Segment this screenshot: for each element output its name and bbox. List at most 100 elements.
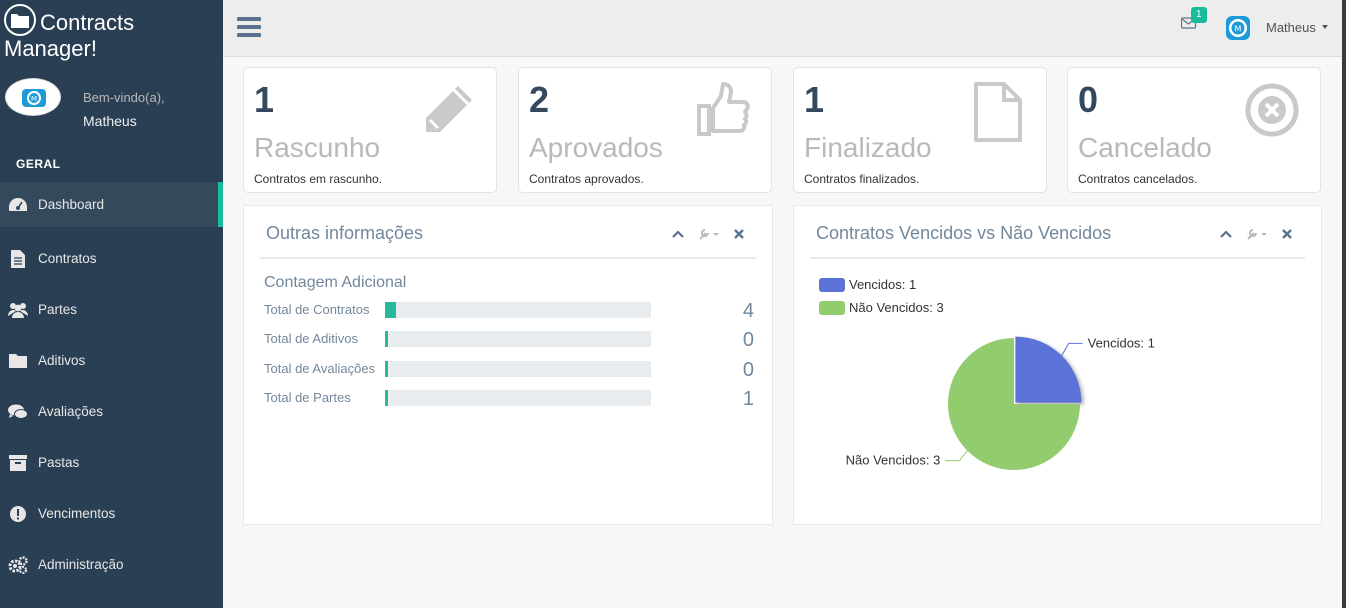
legend-item: Vencidos: 1 (819, 277, 916, 292)
window-edge (1342, 0, 1346, 608)
users-icon (8, 301, 28, 319)
tile-cancelado: 0 Cancelado Contratos cancelados. (1067, 67, 1321, 193)
tile-subtitle: Contratos cancelados. (1078, 172, 1198, 186)
comments-icon (8, 403, 28, 421)
pie-leader-line (1060, 342, 1083, 358)
welcome-text: Bem-vindo(a), (83, 90, 165, 105)
progress-fill (385, 390, 388, 406)
user-avatar-icon[interactable]: M (1226, 13, 1250, 43)
sidebar-item-vencimentos[interactable]: Vencimentos (0, 488, 223, 539)
stat-label: Total de Aditivos (264, 331, 358, 346)
sidebar-item-label: Dashboard (38, 197, 105, 212)
folder-icon (8, 352, 28, 370)
sidebar-item-pastas[interactable]: Pastas (0, 437, 223, 488)
panel-toolbox (672, 228, 744, 240)
thumbs-up-icon (697, 82, 750, 136)
pie-slice-0[interactable] (1015, 336, 1082, 403)
sidebar-item-label: Avaliações (38, 404, 104, 419)
stat-row: Total de Contratos 4 (264, 300, 754, 322)
panel-toolbox (1220, 228, 1292, 240)
chevron-up-icon[interactable] (672, 230, 684, 238)
pie-chart: Vencidos: 1 Não Vencidos: 3 (846, 335, 1155, 470)
sidebar-item-dashboard[interactable]: Dashboard (0, 182, 223, 227)
stat-row: Total de Partes 1 (264, 388, 754, 410)
stat-value: 1 (742, 388, 754, 410)
wrench-icon[interactable] (698, 228, 720, 240)
sidebar: Contracts Manager! M Bem-vindo(a), Mathe… (0, 0, 223, 608)
tile-subtitle: Contratos aprovados. (529, 172, 644, 186)
file-icon (8, 249, 28, 268)
cogs-icon (8, 555, 28, 574)
stat-value: 4 (742, 300, 754, 322)
info-panel: Outras informações Contagem Adicional To… (243, 205, 773, 525)
menu-section-title: GERAL (16, 157, 61, 171)
tile-title: Rascunho (254, 132, 381, 163)
user-menu[interactable]: Matheus (1266, 20, 1328, 35)
close-icon[interactable] (1282, 229, 1292, 239)
dashboard-icon (8, 196, 28, 214)
app-brand[interactable]: Contracts Manager! (4, 4, 219, 62)
sidebar-item-contratos[interactable]: Contratos (0, 233, 223, 284)
app-name-line2: Manager! (4, 36, 97, 61)
chart-panel: Contratos Vencidos vs Não Vencidos Venci… (793, 205, 1322, 525)
sidebar-item-label: Vencimentos (38, 506, 116, 521)
section-subtitle: Contagem Adicional (264, 274, 407, 291)
divider (810, 257, 1305, 259)
pie-label: Vencidos: 1 (1088, 335, 1155, 350)
exclamation-icon (8, 505, 28, 523)
progress-fill (385, 361, 388, 377)
menu-toggle-icon[interactable] (237, 17, 261, 39)
camera-logo-icon: M (22, 89, 46, 107)
user-menu-name: Matheus (1266, 20, 1316, 35)
tile-rascunho: 1 Rascunho Contratos em rascunho. (243, 67, 497, 193)
archive-icon (8, 454, 28, 472)
svg-text:M: M (1235, 25, 1242, 34)
top-nav: 1 M Matheus (223, 0, 1343, 57)
tile-subtitle: Contratos em rascunho. (254, 172, 383, 186)
tile-subtitle: Contratos finalizados. (804, 172, 920, 186)
stat-value: 0 (742, 329, 754, 351)
folder-icon (4, 4, 36, 36)
file-o-icon (974, 82, 1022, 142)
sidebar-item-partes[interactable]: Partes (0, 284, 223, 335)
tile-finalizado: 1 Finalizado Contratos finalizados. (793, 67, 1047, 193)
sidebar-nav: Dashboard Contratos Partes Aditivos Aval… (0, 182, 223, 590)
app-name-line1: Contracts (40, 10, 135, 35)
divider (260, 257, 756, 259)
times-circle-icon (1245, 83, 1299, 137)
sidebar-item-avaliacoes[interactable]: Avaliações (0, 386, 223, 437)
legend-label: Vencidos: 1 (849, 277, 917, 292)
tile-title: Aprovados (529, 132, 663, 163)
pie-label: Não Vencidos: 3 (846, 453, 941, 468)
caret-down-icon (1321, 25, 1328, 29)
sidebar-item-label: Administração (38, 557, 124, 572)
pie-leader-line (945, 450, 968, 462)
tile-title: Cancelado (1078, 132, 1212, 163)
progress-track (385, 302, 651, 318)
sidebar-item-label: Aditivos (38, 353, 86, 368)
tile-count: 0 (1078, 79, 1099, 120)
stat-label: Total de Partes (264, 390, 351, 405)
stat-label: Total de Avaliações (264, 361, 376, 376)
wrench-icon[interactable] (1246, 228, 1268, 240)
stat-label: Total de Contratos (264, 302, 370, 317)
close-icon[interactable] (734, 229, 744, 239)
tile-title: Finalizado (804, 132, 932, 163)
progress-track (385, 390, 651, 406)
tile-count: 2 (529, 79, 550, 120)
sidebar-item-label: Pastas (38, 455, 80, 470)
panel-title: Contratos Vencidos vs Não Vencidos (816, 223, 1112, 243)
sidebar-item-aditivos[interactable]: Aditivos (0, 335, 223, 386)
legend-swatch (819, 277, 845, 292)
mail-badge: 1 (1191, 7, 1207, 23)
chevron-up-icon[interactable] (1220, 230, 1232, 238)
tile-count: 1 (804, 79, 825, 120)
stat-value: 0 (742, 359, 754, 381)
profile-name: Matheus (83, 113, 137, 129)
sidebar-item-administracao[interactable]: Administração (0, 539, 223, 590)
sidebar-item-label: Contratos (38, 251, 97, 266)
progress-fill (385, 302, 396, 318)
progress-fill (385, 331, 388, 347)
stat-row: Total de Avaliações 0 (264, 359, 754, 381)
panel-title: Outras informações (266, 223, 424, 243)
